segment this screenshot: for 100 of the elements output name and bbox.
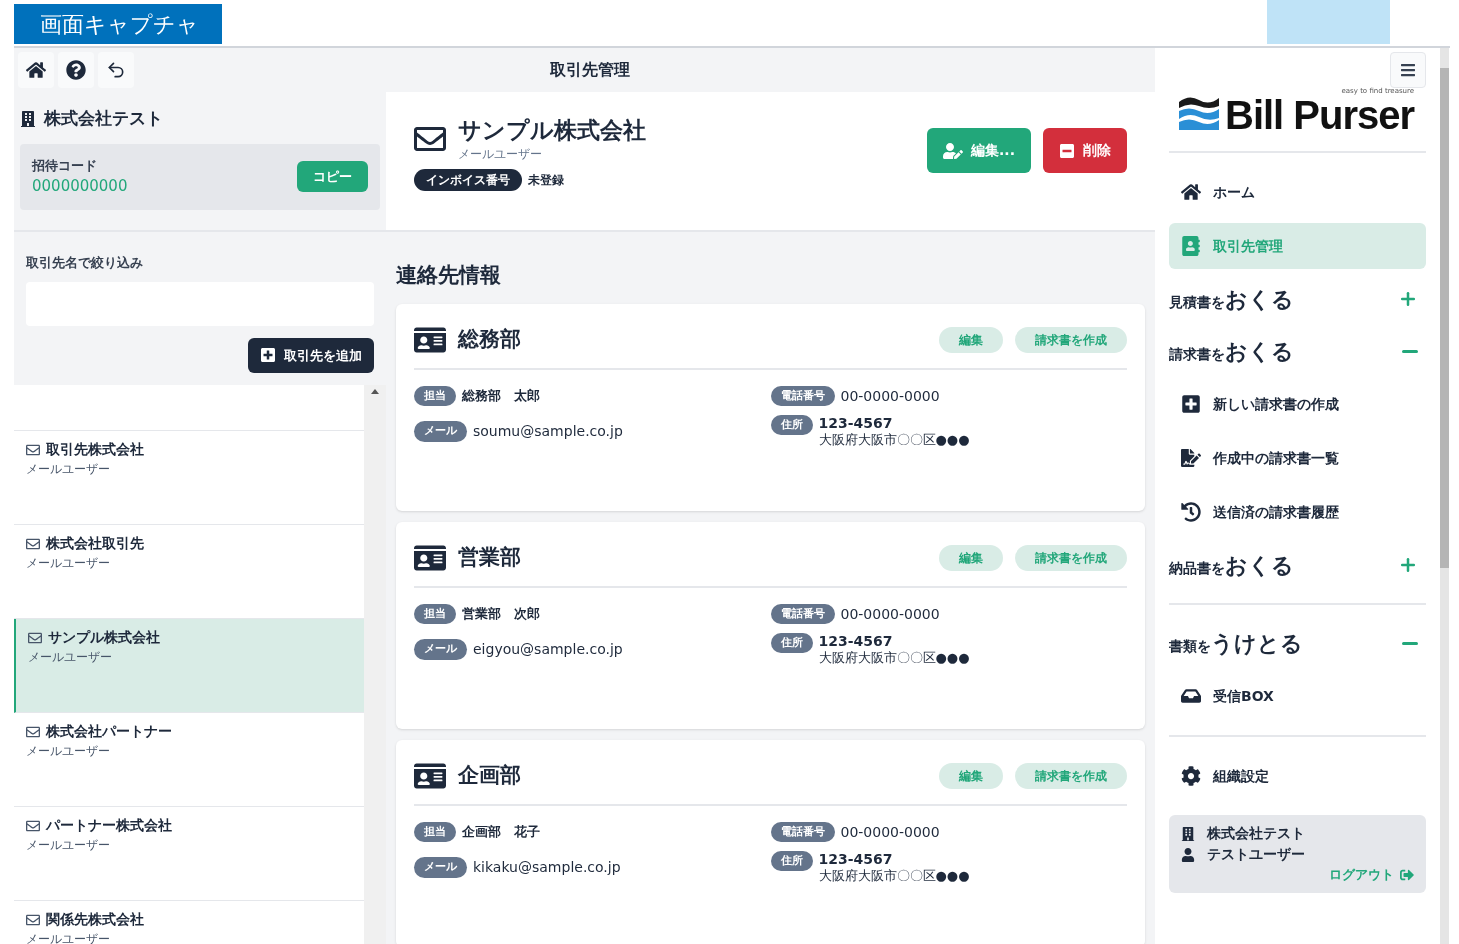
partner-subtitle: メールユーザー <box>26 837 111 854</box>
partner-subtitle: メールユーザー <box>26 461 111 478</box>
help-icon <box>66 60 86 80</box>
invoice-status: 未登録 <box>528 171 564 189</box>
email-address: soumu@sample.co.jp <box>473 421 623 441</box>
capture-banner: 画面キャプチャ <box>14 4 222 44</box>
envelope-icon <box>26 724 40 739</box>
field-label-badge: 住所 <box>770 414 813 435</box>
address: 大阪府大阪市〇〇区●●● <box>818 868 970 885</box>
address: 大阪府大阪市〇〇区●●● <box>818 650 970 667</box>
invite-code-label: 招待コード <box>32 156 98 175</box>
home-icon <box>1181 182 1201 202</box>
partner-name: 株式会社取引先 <box>46 534 144 553</box>
field-label-badge: メール <box>414 639 467 660</box>
contact-book-icon <box>1181 236 1201 256</box>
add-partner-button[interactable]: 取引先を追加 <box>248 337 374 373</box>
minus-icon <box>1402 641 1418 645</box>
settings-icon <box>1181 766 1201 786</box>
person-name: 営業部 次郎 <box>462 605 540 624</box>
field-label-badge: 担当 <box>414 603 456 625</box>
field-label-badge: 担当 <box>414 821 456 843</box>
invite-code: 0000000000 <box>32 176 128 197</box>
logo-text: Bill Purser <box>1225 95 1415 135</box>
partner-subtitle: メールユーザー <box>28 649 113 666</box>
department-name: 企画部 <box>458 761 521 789</box>
section-title: 書類を うけとる <box>1169 629 1303 658</box>
section-title: 納品書をおくる <box>1169 551 1294 580</box>
postal-code: 123-4567 <box>818 632 894 650</box>
submenu-item[interactable]: 送信済の請求書履歴 <box>1169 485 1426 539</box>
section-title: 請求書をおくる <box>1169 337 1294 366</box>
scrollbar[interactable] <box>1440 48 1449 944</box>
phone-number: 00-0000-0000 <box>840 604 940 624</box>
user-name: テストユーザー <box>1207 845 1305 864</box>
building-icon <box>20 110 36 127</box>
field-label-badge: 住所 <box>770 850 813 871</box>
organization-name: 株式会社テスト <box>1207 824 1305 843</box>
back-button[interactable] <box>98 52 134 88</box>
partner-name: サンプル株式会社 <box>48 628 160 647</box>
invoice-number-badge: インボイス番号 <box>414 168 522 191</box>
envelope-icon <box>26 536 40 551</box>
document-pen-icon <box>1181 448 1201 468</box>
page-title: 取引先管理 <box>549 59 630 81</box>
postal-code: 123-4567 <box>818 414 894 432</box>
person-name: 総務部 太郎 <box>462 387 540 406</box>
address: 大阪府大阪市〇〇区●●● <box>818 432 970 449</box>
department-name: 営業部 <box>458 543 521 571</box>
nav-item[interactable]: 組織設定 <box>1169 753 1426 799</box>
organization-name: 株式会社テスト <box>44 107 163 130</box>
delete-button[interactable]: 削除 <box>1043 128 1127 173</box>
field-label-badge: メール <box>414 421 467 442</box>
field-label-badge: 担当 <box>414 385 456 407</box>
submenu-item[interactable]: 新しい請求書の作成 <box>1169 377 1426 431</box>
envelope-icon <box>26 912 40 927</box>
partner-name: 取引先株式会社 <box>46 440 144 459</box>
history-icon <box>1181 502 1201 522</box>
section-title: 見積書をおくる <box>1169 285 1294 314</box>
submenu-item[interactable]: 受信BOX <box>1169 669 1426 723</box>
home-icon <box>26 60 46 80</box>
envelope-icon <box>26 818 40 833</box>
phone-number: 00-0000-0000 <box>840 822 940 842</box>
field-label-badge: 電話番号 <box>770 603 835 625</box>
scrollbar-thumb[interactable] <box>1440 68 1449 568</box>
plus-icon <box>1398 289 1418 309</box>
home-button[interactable] <box>18 52 54 88</box>
field-label-badge: 電話番号 <box>770 385 835 407</box>
plus-icon <box>1398 555 1418 575</box>
email-address: kikaku@sample.co.jp <box>473 857 621 877</box>
menu-button[interactable] <box>1390 52 1426 88</box>
person-name: 企画部 花子 <box>462 823 540 842</box>
field-label-badge: メール <box>414 857 467 878</box>
submenu-item[interactable]: 作成中の請求書一覧 <box>1169 431 1426 485</box>
partner-title: サンプル株式会社 <box>458 116 646 145</box>
partner-name: 関係先株式会社 <box>46 910 144 929</box>
partner-name: 株式会社パートナー <box>46 722 172 741</box>
partner-list-item[interactable]: サンプル株式会社 メールユーザー <box>14 619 364 713</box>
help-button[interactable] <box>58 52 94 88</box>
postal-code: 123-4567 <box>818 850 894 868</box>
menu-icon <box>1400 62 1416 78</box>
scroll-up-icon <box>371 389 379 394</box>
section-heading: 連絡先情報 <box>396 262 502 289</box>
envelope-icon <box>26 442 40 457</box>
nav-item[interactable]: ホーム <box>1169 169 1426 215</box>
field-label-badge: 電話番号 <box>770 821 835 843</box>
department-name: 総務部 <box>458 325 521 353</box>
partner-name: パートナー株式会社 <box>46 816 172 835</box>
scrollbar[interactable] <box>364 385 386 944</box>
field-label-badge: 住所 <box>770 632 813 653</box>
email-address: eigyou@sample.co.jp <box>473 639 623 659</box>
partner-subtitle: メールユーザー <box>26 555 111 572</box>
inbox-icon <box>1181 686 1201 706</box>
partner-subtitle: メールユーザー <box>26 931 111 944</box>
partner-subtitle: メールユーザー <box>26 743 111 760</box>
user-icon <box>1181 847 1195 862</box>
user-edit-icon <box>943 140 964 161</box>
building-icon <box>1181 826 1195 841</box>
partner-subtitle: メールユーザー <box>458 145 543 163</box>
back-icon <box>106 60 126 80</box>
phone-number: 00-0000-0000 <box>840 386 940 406</box>
logout-icon <box>1400 867 1414 882</box>
filter-label: 取引先名で絞り込み <box>26 254 143 270</box>
